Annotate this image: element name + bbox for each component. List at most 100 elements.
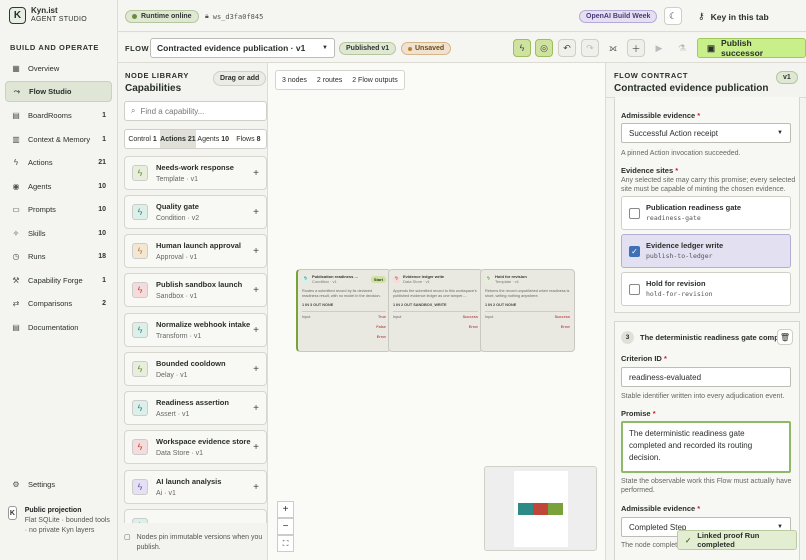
capability-meta: Ai · v1 [156, 489, 176, 497]
output-port[interactable]: Success [463, 315, 478, 319]
capability-card[interactable]: ϟ Readiness assertion Assert · v1 + [124, 391, 267, 425]
add-capability-icon[interactable]: + [253, 364, 259, 375]
capability-card[interactable]: ϟ Bounded cooldown Delay · v1 + [124, 352, 267, 386]
capability-card[interactable]: ϟ Normalize webhook intake Transform · v… [124, 313, 267, 347]
zoom-out-button[interactable]: − [277, 518, 294, 535]
agent-icon: ◉ [12, 182, 20, 191]
flow-select[interactable]: Contracted evidence publication · v1 ▼ [150, 38, 335, 58]
input-port[interactable]: Input [393, 315, 401, 329]
add-capability-icon[interactable]: + [253, 246, 259, 257]
checkbox[interactable] [629, 207, 640, 219]
criterion-id-input[interactable]: readiness-evaluated [621, 367, 791, 387]
build-week-badge[interactable]: OpenAI Build Week [579, 10, 658, 23]
sidebar-item-2[interactable]: ▤ BoardRooms 1 [5, 105, 112, 126]
publish-icon: ▣ [707, 42, 716, 53]
capability-card[interactable]: ϟ AI launch analysis Ai · v1 + [124, 470, 267, 504]
evidence-site-option[interactable]: Hold for revision hold-for-revision [621, 272, 791, 306]
evidence-site-option[interactable]: ✓ Evidence ledger write publish-to-ledge… [621, 234, 791, 268]
bolt-icon: ϟ [519, 43, 525, 53]
publish-successor-button[interactable]: ▣ Publish successor [697, 38, 806, 58]
input-port[interactable]: Input [485, 315, 493, 329]
fit-view-button[interactable]: ⛶ [277, 535, 294, 552]
output-port[interactable]: False [376, 325, 386, 329]
sidebar-item-0[interactable]: ▦ Overview [5, 58, 112, 79]
checkbox[interactable] [629, 283, 640, 295]
output-port[interactable]: Success [555, 315, 570, 319]
add-capability-icon[interactable]: + [253, 403, 259, 414]
bolt-icon: ϟ [132, 439, 148, 455]
sidebar-item-7[interactable]: ✧ Skills 10 [5, 223, 112, 244]
add-node-button[interactable]: ＋ [627, 39, 645, 57]
sidebar-item-6[interactable]: ▭ Prompts 10 [5, 199, 112, 220]
sidebar-item-5[interactable]: ◉ Agents 10 [5, 176, 112, 197]
sidebar-item-9[interactable]: ⚒ Capability Forge 1 [5, 270, 112, 291]
chevron-down-icon: ▼ [322, 45, 328, 51]
capability-card[interactable]: ϟ Workspace evidence store Data Store · … [124, 430, 267, 464]
sidebar-item-4[interactable]: ϟ Actions 21 [5, 152, 112, 173]
site-code: hold-for-revision [646, 290, 713, 298]
capability-card[interactable]: ϟ Publication readiness gate + [124, 509, 267, 523]
key-label: Key in this tab [710, 11, 769, 22]
capability-card[interactable]: ϟ Needs-work response Template · v1 + [124, 156, 267, 190]
sidebar-item-11[interactable]: ▤ Documentation [5, 317, 112, 338]
input-port[interactable]: Input [302, 315, 310, 339]
add-capability-icon[interactable]: + [253, 521, 259, 524]
bolt-icon: ϟ [132, 282, 148, 298]
sidebar-item-1[interactable]: ⤳ Flow Studio [5, 81, 112, 102]
promise-textarea[interactable]: The deterministic readiness gate complet… [621, 421, 791, 473]
sidebar-item-label: Documentation [28, 323, 79, 332]
checkbox[interactable]: ✓ [629, 245, 640, 257]
test-button[interactable]: ⚗ [673, 39, 691, 57]
capability-card[interactable]: ϟ Quality gate Condition · v2 + [124, 195, 267, 229]
add-capability-icon[interactable]: + [253, 168, 259, 179]
undo-button[interactable]: ↶ [558, 39, 576, 57]
run-button[interactable]: ▶ [650, 39, 668, 57]
capability-card[interactable]: ϟ Human launch approval Approval · v1 + [124, 234, 267, 268]
add-capability-icon[interactable]: + [253, 442, 259, 453]
sidebar-item-3[interactable]: ▥ Context & Memory 1 [5, 129, 112, 150]
add-capability-icon[interactable]: + [253, 325, 259, 336]
output-port[interactable]: True [376, 315, 386, 319]
connect-button[interactable]: ⟗ [604, 39, 622, 57]
delete-criterion-button[interactable]: 🗑︎ [777, 329, 793, 345]
sidebar-item-label: Skills [28, 229, 46, 238]
sidebar-item-label: Agents [28, 182, 52, 191]
sidebar-item-8[interactable]: ◷ Runs 18 [5, 246, 112, 267]
output-port[interactable]: Error [376, 335, 386, 339]
projection-text: Flat SQLite · bounded tools · no private… [24, 517, 110, 534]
add-capability-icon[interactable]: + [253, 285, 259, 296]
lock-icon: 🔒︎ [205, 12, 209, 20]
sidebar-item-label: Prompts [28, 205, 56, 214]
node-ports-summary: 1 IN 2 OUT SANDBOX_WRITE [393, 303, 447, 307]
flow-node[interactable]: ϟ Publication readiness ... Condition · … [296, 269, 391, 352]
key-button[interactable]: ⚷ Key in this tab [698, 11, 769, 22]
flask-icon: ⚗ [677, 42, 687, 53]
minimap-node [518, 503, 533, 515]
flow-node[interactable]: ϟ Evidence ledger write Data Store · v1 … [388, 269, 483, 352]
capability-title: Normalize webhook intake [156, 319, 251, 329]
target-tool-button[interactable]: ◎ [535, 39, 553, 57]
output-port[interactable]: Error [555, 325, 570, 329]
toast-notification[interactable]: ✓ Linked proof Run completed [677, 530, 797, 550]
zoom-in-button[interactable]: + [277, 501, 294, 518]
projection-title: Public projection [24, 507, 82, 514]
capability-meta: Delay · v1 [156, 371, 188, 379]
theme-toggle-button[interactable]: ☾ [664, 7, 682, 25]
add-capability-icon[interactable]: + [253, 207, 259, 218]
flow-canvas[interactable]: 3 nodes 2 routes 2 Flow outputs ϟ Public… [268, 63, 606, 560]
capability-card[interactable]: ϟ Publish sandbox launch Sandbox · v1 + [124, 273, 267, 307]
lightning-tool-button[interactable]: ϟ [513, 39, 531, 57]
brand[interactable]: K Kyn.ist AGENT STUDIO [9, 6, 87, 24]
add-capability-icon[interactable]: + [253, 482, 259, 493]
redo-button[interactable]: ↷ [581, 39, 599, 57]
sidebar-item-count: 21 [98, 159, 106, 166]
sidebar-item-settings[interactable]: ⚙ Settings [5, 474, 112, 495]
memory-icon: ▥ [12, 135, 20, 144]
output-port[interactable]: Error [463, 325, 478, 329]
evidence-site-option[interactable]: Publication readiness gate readiness-gat… [621, 196, 791, 230]
sidebar-item-10[interactable]: ⇄ Comparisons 2 [5, 293, 112, 314]
minimap[interactable] [484, 466, 597, 551]
flow-node[interactable]: ϟ Hold for revision Template · v1 Return… [480, 269, 575, 352]
capability-title: Bounded cooldown [156, 358, 226, 368]
admissible-evidence-select[interactable]: Successful Action receipt ▼ [621, 123, 791, 143]
